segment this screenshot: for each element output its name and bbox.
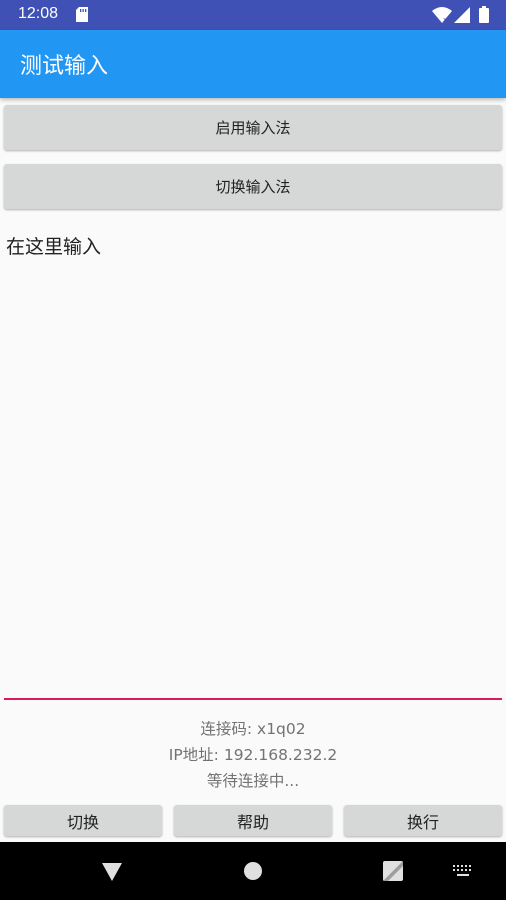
- newline-button[interactable]: 换行: [344, 805, 502, 836]
- keyboard-icon[interactable]: [452, 864, 474, 883]
- nav-bar: [0, 842, 506, 900]
- enable-ime-button[interactable]: 启用输入法: [4, 105, 502, 150]
- status-bar: 12:08 x: [0, 0, 506, 30]
- cell-signal-icon: [454, 7, 470, 27]
- toggle-button[interactable]: 切换: [4, 805, 162, 836]
- app-bar: 测试输入: [0, 30, 506, 98]
- status-time: 12:08: [18, 5, 59, 22]
- app-title: 测试输入: [20, 54, 109, 79]
- connection-status: 等待连接中...: [206, 772, 300, 790]
- wifi-icon: x: [432, 7, 452, 27]
- text-input[interactable]: [4, 222, 502, 700]
- ip-address: IP地址: 192.168.232.2: [168, 746, 338, 764]
- sd-card-icon: [76, 7, 88, 26]
- battery-icon: [479, 6, 489, 27]
- back-icon[interactable]: [102, 863, 122, 885]
- svg-text:x: x: [443, 16, 447, 23]
- recent-apps-icon[interactable]: [383, 861, 403, 885]
- switch-ime-button[interactable]: 切换输入法: [4, 164, 502, 209]
- connect-code: 连接码: x1q02: [200, 720, 306, 738]
- help-button[interactable]: 帮助: [174, 805, 332, 836]
- home-icon[interactable]: [243, 861, 263, 885]
